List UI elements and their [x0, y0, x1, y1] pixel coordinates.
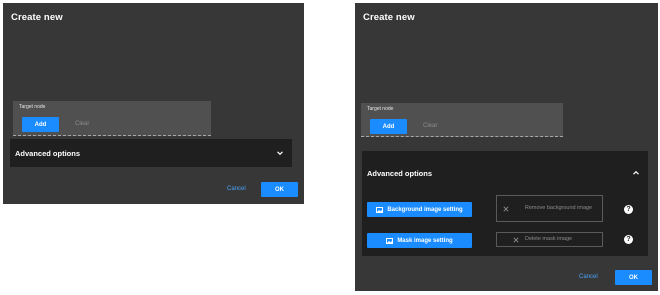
create-new-dialog-expanded: Create new Target node Add Clear Advance… [355, 3, 658, 291]
mask-image-setting-button[interactable]: Mask image setting [367, 233, 472, 248]
clear-button[interactable]: Clear [75, 121, 89, 127]
remove-background-image-label: Remove background image [524, 205, 593, 211]
advanced-options-panel: Advanced options [10, 139, 292, 167]
advanced-options-toggle[interactable]: Advanced options [362, 159, 648, 187]
dialog-title: Create new [363, 12, 415, 23]
cancel-button[interactable]: Cancel [227, 186, 246, 192]
advanced-options-panel: Advanced options Background image settin… [362, 151, 648, 256]
mask-image-setting-label: Mask image setting [397, 237, 453, 244]
dialog-title: Create new [11, 12, 63, 23]
target-node-label: Target node [367, 106, 394, 112]
background-image-setting-button[interactable]: Background image setting [367, 202, 472, 217]
help-icon[interactable]: ? [624, 235, 633, 244]
add-button[interactable]: Add [22, 117, 59, 132]
advanced-options-toggle[interactable]: Advanced options [10, 139, 292, 167]
ok-button[interactable]: OK [261, 182, 298, 197]
remove-background-image-button[interactable]: Remove background image [496, 195, 603, 222]
create-new-dialog-collapsed: Create new Target node Add Clear Advance… [3, 3, 304, 204]
target-node-field: Target node Add Clear [361, 103, 563, 137]
delete-mask-image-label: Delete mask image [525, 236, 573, 242]
chevron-down-icon [277, 151, 283, 156]
add-button[interactable]: Add [370, 119, 407, 134]
advanced-options-title: Advanced options [15, 148, 81, 158]
advanced-options-title: Advanced options [367, 168, 433, 178]
background-image-setting-label: Background image setting [387, 206, 463, 213]
delete-mask-image-button[interactable]: Delete mask image [496, 232, 603, 247]
cancel-button[interactable]: Cancel [579, 274, 598, 280]
clear-button[interactable]: Clear [423, 123, 437, 129]
image-icon [376, 206, 384, 213]
target-node-label: Target node [19, 104, 46, 110]
chevron-up-icon [633, 170, 639, 175]
close-icon [513, 236, 519, 243]
image-icon [386, 237, 394, 244]
ok-button[interactable]: OK [615, 270, 652, 285]
target-node-field: Target node Add Clear [13, 101, 211, 136]
screenshot-stage: Create new Target node Add Clear Advance… [0, 0, 660, 295]
close-icon [503, 205, 509, 212]
help-icon[interactable]: ? [624, 205, 633, 214]
